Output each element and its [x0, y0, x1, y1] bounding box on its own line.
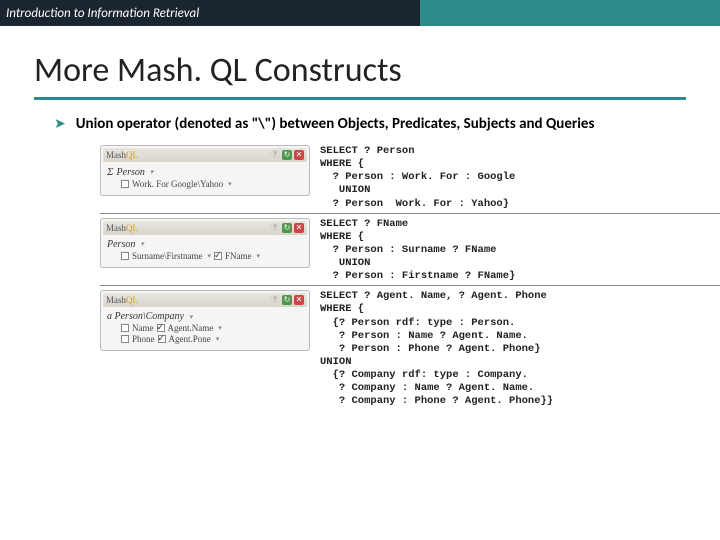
sparql-query: SELECT ? FName WHERE { ? Person : Surnam…	[310, 218, 515, 284]
panel-brand: MashQL	[106, 295, 138, 305]
refresh-icon[interactable]: ↻	[282, 223, 292, 233]
panel-brand: MashQL	[106, 150, 138, 160]
panel-brand: MashQL	[106, 223, 138, 233]
header-accent	[420, 0, 720, 26]
header-bar: Introduction to Information Retrieval	[0, 0, 720, 26]
sparql-query: SELECT ? Person WHERE { ? Person : Work.…	[310, 145, 515, 211]
examples-area: MashQL ? ↻ ✕ Σ Person▾ Work. For Google\…	[100, 145, 720, 410]
help-icon[interactable]: ?	[270, 150, 280, 160]
title-underline	[34, 97, 686, 100]
query-subject: Σ Person▾	[107, 166, 303, 178]
checkbox-icon[interactable]	[157, 324, 165, 332]
refresh-icon[interactable]: ↻	[282, 295, 292, 305]
help-icon[interactable]: ?	[270, 223, 280, 233]
example-row: MashQL ? ↻ ✕ a Person\Company▾ Name Agen…	[100, 290, 720, 410]
query-predicate-line: Phone Agent.Pone▾	[107, 334, 303, 344]
checkbox-icon[interactable]	[158, 335, 166, 343]
mashql-panel: MashQL ? ↻ ✕ a Person\Company▾ Name Agen…	[100, 290, 310, 408]
mashql-panel: MashQL ? ↻ ✕ Σ Person▾ Work. For Google\…	[100, 145, 310, 211]
slide-title: More Mash. QL Constructs	[34, 50, 720, 91]
close-icon[interactable]: ✕	[294, 295, 304, 305]
query-predicate-line: Work. For Google\Yahoo▾	[107, 179, 303, 189]
panel-titlebar: MashQL ? ↻ ✕	[103, 293, 307, 307]
example-row: MashQL ? ↻ ✕ Person▾ Surname\Firstname▾ …	[100, 218, 720, 287]
example-row: MashQL ? ↻ ✕ Σ Person▾ Work. For Google\…	[100, 145, 720, 214]
bullet-text: Union operator (denoted as "\") between …	[76, 114, 595, 135]
panel-titlebar: MashQL ? ↻ ✕	[103, 221, 307, 235]
bullet-arrow-icon: ➤	[54, 114, 66, 135]
query-predicate-line: Surname\Firstname▾ FName▾	[107, 251, 303, 261]
course-title: Introduction to Information Retrieval	[0, 6, 420, 21]
close-icon[interactable]: ✕	[294, 223, 304, 233]
bullet-item: ➤ Union operator (denoted as "\") betwee…	[54, 114, 690, 135]
help-icon[interactable]: ?	[270, 295, 280, 305]
mashql-panel: MashQL ? ↻ ✕ Person▾ Surname\Firstname▾ …	[100, 218, 310, 284]
refresh-icon[interactable]: ↻	[282, 150, 292, 160]
close-icon[interactable]: ✕	[294, 150, 304, 160]
checkbox-icon[interactable]	[214, 252, 222, 260]
sparql-query: SELECT ? Agent. Name, ? Agent. Phone WHE…	[310, 290, 553, 408]
query-subject: a Person\Company▾	[107, 311, 303, 322]
query-predicate-line: Name Agent.Name▾	[107, 323, 303, 333]
query-subject: Person▾	[107, 239, 303, 250]
panel-titlebar: MashQL ? ↻ ✕	[103, 148, 307, 162]
